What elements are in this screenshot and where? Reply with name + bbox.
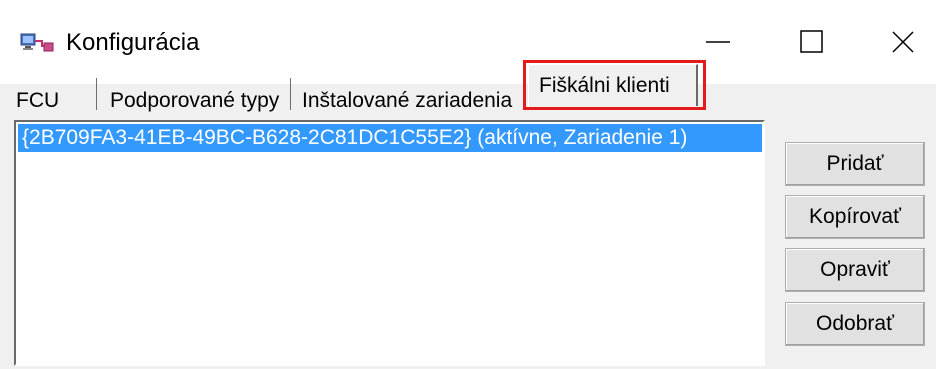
fiscal-clients-list[interactable]: {2B709FA3-41EB-49BC-B628-2C81DC1C55E2} (… xyxy=(14,120,765,366)
add-button[interactable]: Pridať xyxy=(785,142,925,186)
copy-button[interactable]: Kopírovať xyxy=(785,195,925,239)
tab-podporovane-typy[interactable]: Podporované typy xyxy=(110,88,280,114)
close-icon[interactable] xyxy=(880,24,924,60)
window-title: Konfigurácia xyxy=(66,29,200,56)
tab-separator xyxy=(96,78,97,110)
edit-button[interactable]: Opraviť xyxy=(785,248,925,292)
list-item[interactable]: {2B709FA3-41EB-49BC-B628-2C81DC1C55E2} (… xyxy=(18,124,762,152)
minimize-icon[interactable] xyxy=(696,24,740,60)
tab-instalovane-zariadenia[interactable]: Inštalované zariadenia xyxy=(302,88,513,114)
tab-fcu[interactable]: FCU xyxy=(16,88,60,114)
tab-separator xyxy=(290,78,291,110)
title-bar: Konfigurácia xyxy=(0,0,936,84)
annotation-highlight xyxy=(523,60,706,110)
maximize-icon[interactable] xyxy=(790,24,834,60)
computer-network-icon xyxy=(20,32,54,54)
remove-button[interactable]: Odobrať xyxy=(785,302,925,346)
